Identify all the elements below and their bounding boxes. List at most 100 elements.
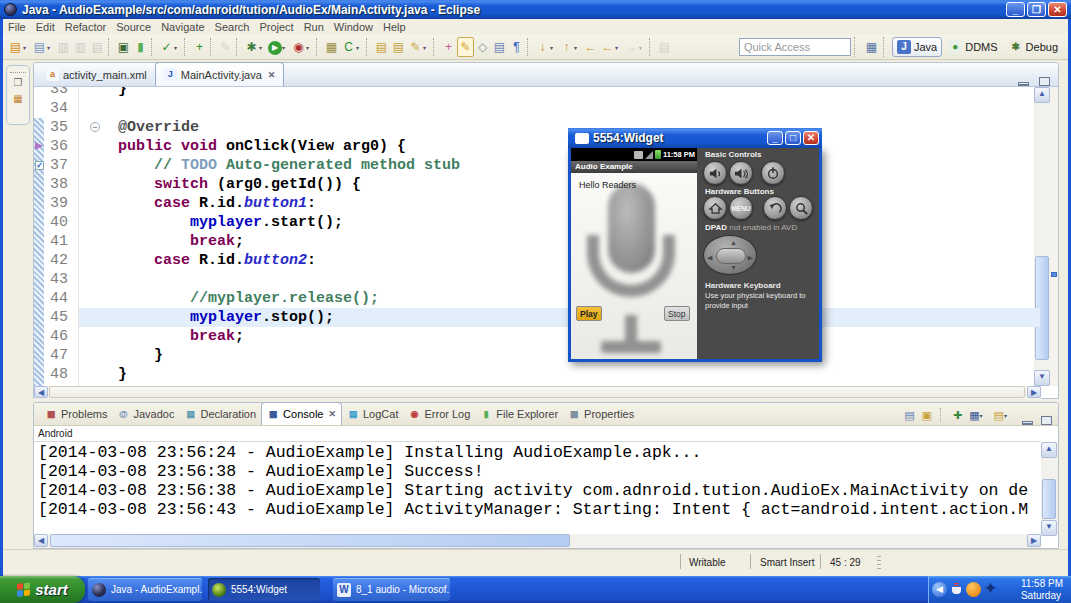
android-sdk-manager-button[interactable]: ▣ xyxy=(115,37,132,57)
menu-navigate[interactable]: Navigate xyxy=(156,21,209,33)
taskbar-task-1[interactable]: Java - AudioExampl... xyxy=(88,578,202,601)
editor-horizontal-scrollbar[interactable]: ◀ ▶ xyxy=(34,386,1041,399)
dropdown-arrow-icon[interactable]: ▾ xyxy=(423,44,430,51)
minimize-button[interactable]: _ xyxy=(1006,2,1025,17)
profile-button[interactable]: ◉▾ xyxy=(290,37,314,57)
view-tab-error-log[interactable]: ◉Error Log xyxy=(403,403,475,425)
next-annotation-button[interactable]: ↓▾ xyxy=(534,37,558,57)
perspective-debug[interactable]: ✱Debug xyxy=(1004,37,1063,57)
editor-tab-activity_main.xml[interactable]: aactivity_main.xml xyxy=(38,63,155,86)
view-tab-console[interactable]: ▦Console✕ xyxy=(261,402,342,425)
view-tab-declaration[interactable]: ▤Declaration xyxy=(179,403,261,425)
coverage-button[interactable]: ▦ xyxy=(323,37,340,57)
run-last-tool-button[interactable]: ✓▾ xyxy=(158,37,182,57)
dropdown-arrow-icon[interactable]: ▾ xyxy=(306,44,313,51)
quick-access-input[interactable] xyxy=(739,38,851,56)
maximize-console-icon[interactable] xyxy=(1041,416,1052,425)
overview-annotation-marker[interactable] xyxy=(1051,272,1057,277)
plugin-button[interactable]: + xyxy=(440,37,457,57)
print-button[interactable]: ▤ xyxy=(89,37,106,57)
emulator-maximize-button[interactable]: □ xyxy=(785,131,801,145)
restore-button[interactable]: ❐ xyxy=(1027,2,1046,17)
display-selected-console-button[interactable]: ▦▾ xyxy=(968,405,987,425)
dropdown-arrow-icon[interactable]: ▾ xyxy=(23,44,30,51)
view-tab-javadoc[interactable]: @Javadoc xyxy=(112,403,179,425)
refresh-attach-button[interactable]: C▾ xyxy=(340,37,364,57)
last-edit-location-button[interactable]: ← xyxy=(582,37,599,57)
power-button[interactable] xyxy=(761,161,785,185)
console-horizontal-scrollbar[interactable]: ◀ ▶ xyxy=(34,534,1041,548)
start-button[interactable]: start xyxy=(0,576,85,603)
perspective-java[interactable]: JJava xyxy=(892,37,942,57)
perspective-ddms[interactable]: ●DDMS xyxy=(943,37,1002,57)
java-tray-icon[interactable] xyxy=(949,582,964,597)
scroll-lock-button[interactable]: ▣ xyxy=(921,405,933,425)
console-vertical-scrollbar[interactable]: ▲ ▼ xyxy=(1041,442,1058,536)
open-type-button[interactable]: ▤ xyxy=(373,37,390,57)
update-tray-icon[interactable] xyxy=(966,582,981,597)
volume-down-button[interactable] xyxy=(703,161,727,185)
save-button[interactable]: ▥ xyxy=(55,37,72,57)
emulator-close-button[interactable]: ✕ xyxy=(803,131,819,145)
menu-source[interactable]: Source xyxy=(111,21,156,33)
emulator-screen[interactable]: 11:58 PM Audio Example Hello Readers Pla… xyxy=(571,148,697,359)
dropdown-arrow-icon[interactable]: ▾ xyxy=(174,44,181,51)
save-all-button[interactable]: ▥ xyxy=(72,37,89,57)
dpad-right-icon[interactable]: ▶ xyxy=(748,254,753,261)
close-tab-icon[interactable]: ✕ xyxy=(268,70,276,80)
dropdown-arrow-icon[interactable]: ▾ xyxy=(47,44,54,51)
tray-chevron-icon[interactable]: ◀ xyxy=(932,582,947,597)
play-button[interactable]: Play xyxy=(576,306,602,321)
show-source-button[interactable]: ▤ xyxy=(491,37,508,57)
dpad-left-icon[interactable]: ◀ xyxy=(707,254,712,261)
dropdown-arrow-icon[interactable]: ▾ xyxy=(615,44,622,51)
open-console-button[interactable]: ▤▾ xyxy=(993,405,1012,425)
view-tab-logcat[interactable]: ▤LogCat xyxy=(342,403,403,425)
dropdown-arrow-icon[interactable]: ▾ xyxy=(550,44,557,51)
menu-run[interactable]: Run xyxy=(299,21,329,33)
back-button[interactable] xyxy=(763,196,787,220)
dpad-down-icon[interactable]: ▼ xyxy=(730,264,737,271)
view-tab-properties[interactable]: ▦Properties xyxy=(563,403,639,425)
emulator-title-bar[interactable]: 5554:Widget _ □ ✕ xyxy=(568,128,822,148)
package-explorer-icon[interactable]: ▦ xyxy=(11,93,25,105)
clear-console-button[interactable]: ▤ xyxy=(903,405,915,425)
debug-button[interactable]: ✱▾ xyxy=(243,37,267,57)
dropdown-arrow-icon[interactable]: ▾ xyxy=(259,44,266,51)
menu-edit[interactable]: Edit xyxy=(31,21,60,33)
show-whitespace-button[interactable]: ¶ xyxy=(508,37,525,57)
prev-annotation-button[interactable]: ↑▾ xyxy=(558,37,582,57)
pin-editor-button[interactable]: ▤ xyxy=(656,37,673,57)
link-editor-button[interactable]: ◇ xyxy=(474,37,491,57)
menu-help[interactable]: Help xyxy=(378,21,411,33)
back-button[interactable]: ←▾ xyxy=(599,37,623,57)
emulator-minimize-button[interactable]: _ xyxy=(767,131,783,145)
menu-file[interactable]: File xyxy=(3,21,31,33)
volume-up-button[interactable] xyxy=(729,161,753,185)
pin-console-button[interactable]: ✚ xyxy=(952,405,963,425)
menu-button[interactable]: MENU xyxy=(729,196,753,220)
editor-vertical-scrollbar[interactable]: ▲ ▼ xyxy=(1034,87,1050,386)
restore-view-icon[interactable]: ❐ xyxy=(11,77,25,89)
minimize-editor-icon[interactable] xyxy=(1018,82,1029,86)
dpad-up-icon[interactable]: ▲ xyxy=(730,239,737,246)
dropdown-arrow-icon[interactable]: ▾ xyxy=(282,44,289,51)
search-button[interactable] xyxy=(789,196,813,220)
taskbar-task-2[interactable]: 5554:Widget xyxy=(208,578,320,601)
view-tab-file-explorer[interactable]: ▮File Explorer xyxy=(475,403,563,425)
new-java-class-button[interactable]: + xyxy=(191,37,208,57)
new-wizard-button[interactable]: ▤▾ xyxy=(7,37,31,57)
menu-window[interactable]: Window xyxy=(329,21,378,33)
dropdown-arrow-icon[interactable]: ▾ xyxy=(356,44,363,51)
dropdown-arrow-icon[interactable]: ▾ xyxy=(574,44,581,51)
code-editor[interactable]: 33343536373839404142434445464748 } @Over… xyxy=(34,87,1058,399)
taskbar-task-3[interactable]: W8_1 audio - Microsof... xyxy=(333,578,450,601)
open-perspective-button[interactable]: ▦ xyxy=(863,37,880,57)
menu-search[interactable]: Search xyxy=(210,21,255,33)
console-output[interactable]: [2014-03-08 23:56:24 - AudioExample] Ins… xyxy=(38,443,1041,536)
menu-project[interactable]: Project xyxy=(254,21,298,33)
open-element-button[interactable]: ✎ xyxy=(217,37,234,57)
view-tab-problems[interactable]: ▦Problems xyxy=(40,403,112,425)
editor-tab-MainActivity.java[interactable]: JMainActivity.java✕ xyxy=(155,62,285,86)
overview-ruler[interactable] xyxy=(1050,87,1058,386)
